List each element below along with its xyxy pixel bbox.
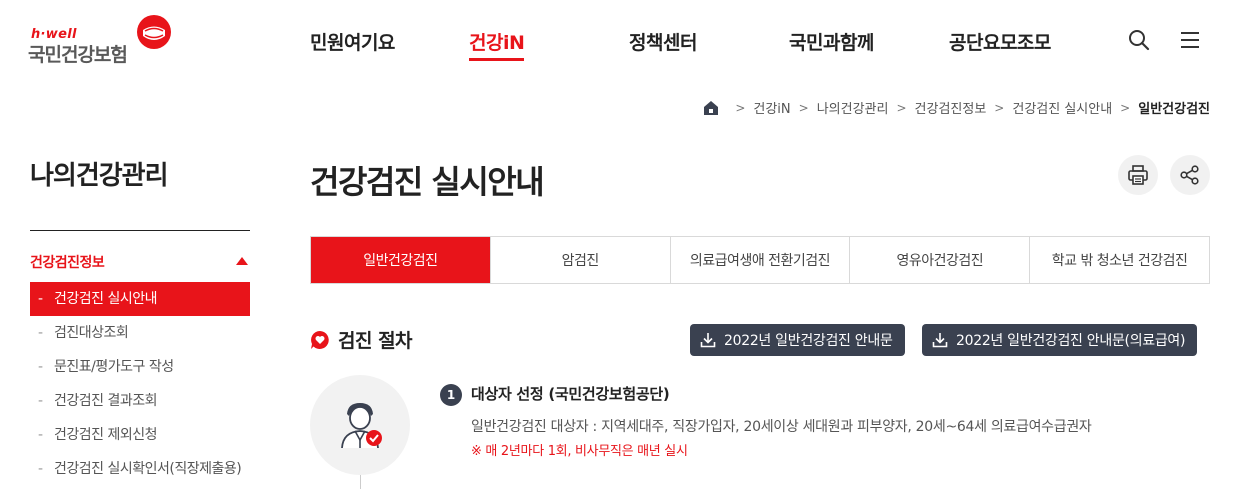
sidebar-item-label: 문진표/평가도구 작성 — [54, 359, 174, 375]
share-button[interactable] — [1170, 155, 1210, 195]
page-title: 건강검진 실시안내 — [310, 163, 545, 201]
breadcrumb-item[interactable]: 건강검진정보 — [915, 98, 987, 117]
logo-mark-icon — [137, 15, 171, 49]
bullet-dash: - — [38, 427, 43, 443]
tab-cancer-checkup[interactable]: 암검진 — [489, 237, 670, 283]
sidebar-item-exclusion[interactable]: - 건강검진 제외신청 — [30, 418, 250, 452]
download-guide-label: 2022년 일반건강검진 안내문 — [724, 333, 893, 349]
bullet-dash: - — [38, 325, 43, 341]
nav-item-label: 건강iN — [469, 32, 525, 54]
bullet-dash: - — [38, 393, 43, 409]
sidebar-title: 나의건강관리 — [30, 161, 169, 191]
breadcrumb-separator: > — [994, 100, 1005, 115]
bullet-dash: - — [38, 461, 43, 477]
step-note: ※ 매 2년마다 1회, 비사무직은 매년 실시 — [471, 444, 688, 459]
nav-item-label: 정책센터 — [629, 32, 697, 54]
breadcrumb-separator: > — [896, 100, 907, 115]
triangle-up-icon — [236, 257, 248, 265]
breadcrumb: > 건강iN > 나의건강관리 > 건강검진정보 > 건강검진 실시안내 > 일… — [703, 98, 1210, 117]
person-check-icon — [341, 403, 382, 449]
print-button[interactable] — [1118, 155, 1158, 195]
sidebar-item-label: 건강검진 실시확인서(직장제출용) — [54, 461, 242, 477]
bullet-dash: - — [38, 359, 43, 375]
sidebar-section-label: 건강검진정보 — [30, 255, 105, 271]
nav-active-underline — [469, 58, 525, 61]
sidebar-item-results[interactable]: - 건강검진 결과조회 — [30, 384, 250, 418]
sidebar-divider — [30, 230, 250, 231]
breadcrumb-separator: > — [798, 100, 809, 115]
download-guide-medical-aid-label: 2022년 일반건강검진 안내문(의료급여) — [956, 333, 1186, 349]
sidebar-item-label: 검진대상조회 — [54, 325, 129, 341]
sidebar-menu: - 건강검진 실시안내 - 검진대상조회 - 문진표/평가도구 작성 - 건강검진 결과… — [30, 282, 250, 486]
hamburger-menu-icon[interactable] — [1178, 28, 1202, 52]
step-title: 대상자 선정 (국민건강보험공단) — [471, 385, 670, 403]
site-logo[interactable]: h·well 국민건강보험 — [28, 14, 178, 66]
tab-general-checkup[interactable]: 일반건강검진 — [311, 237, 490, 283]
print-icon — [1128, 165, 1148, 185]
logo-name: 국민건강보험 — [28, 44, 128, 66]
step-connector — [360, 475, 361, 489]
nav-item-policy[interactable]: 정책센터 — [629, 28, 697, 55]
breadcrumb-item[interactable]: 나의건강관리 — [817, 98, 889, 117]
home-icon[interactable] — [703, 100, 719, 116]
download-icon — [700, 333, 716, 348]
nav-item-label: 민원여기요 — [310, 32, 395, 54]
bullet-dash: - — [38, 291, 43, 307]
step-number-badge: 1 — [440, 384, 462, 406]
sidebar-item-questionnaire[interactable]: - 문진표/평가도구 작성 — [30, 350, 250, 384]
download-guide-medical-aid-button[interactable]: 2022년 일반건강검진 안내문(의료급여) — [922, 324, 1198, 356]
share-icon — [1180, 165, 1199, 185]
step-avatar — [310, 375, 410, 475]
download-guide-button[interactable]: 2022년 일반건강검진 안내문 — [690, 324, 905, 356]
nav-item-health-in[interactable]: 건강iN — [469, 28, 525, 61]
nav-item-label: 공단요모조모 — [949, 32, 1051, 54]
sidebar-item-label: 건강검진 결과조회 — [54, 393, 158, 409]
download-icon — [932, 333, 948, 348]
heart-chat-icon — [311, 330, 329, 349]
step-description: 일반건강검진 대상자 : 지역세대주, 직장가입자, 20세이상 세대원과 피부… — [471, 419, 1092, 435]
tab-infant-checkup[interactable]: 영유아건강검진 — [849, 237, 1029, 283]
sidebar-item-label: 건강검진 제외신청 — [54, 427, 158, 443]
section-title: 검진 절차 — [338, 330, 413, 352]
sidebar-item-eligibility[interactable]: - 검진대상조회 — [30, 316, 250, 350]
breadcrumb-item[interactable]: 건강iN — [753, 98, 790, 117]
breadcrumb-current: 일반건강검진 — [1138, 102, 1210, 117]
section-heading: 검진 절차 — [310, 326, 413, 353]
breadcrumb-separator: > — [1120, 100, 1131, 115]
tab-medical-aid-transition[interactable]: 의료급여생애 전환기검진 — [669, 237, 850, 283]
tab-out-of-school-youth[interactable]: 학교 밖 청소년 건강검진 — [1029, 237, 1209, 283]
sidebar-item-checkup-guide[interactable]: - 건강검진 실시안내 — [30, 282, 250, 316]
sidebar-section-toggle[interactable]: 건강검진정보 — [30, 252, 250, 274]
breadcrumb-separator: > — [735, 100, 746, 115]
search-icon[interactable] — [1127, 28, 1151, 52]
sidebar-item-certificate[interactable]: - 건강검진 실시확인서(직장제출용) — [30, 452, 250, 486]
nav-item-about[interactable]: 공단요모조모 — [949, 28, 1051, 55]
nav-item-civil[interactable]: 민원여기요 — [310, 28, 395, 55]
nav-item-label: 국민과함께 — [789, 32, 874, 54]
nav-item-together[interactable]: 국민과함께 — [789, 28, 874, 55]
breadcrumb-item[interactable]: 건강검진 실시안내 — [1012, 98, 1112, 117]
sidebar-item-label: 건강검진 실시안내 — [54, 291, 158, 307]
checkup-type-tabs: 일반건강검진 암검진 의료급여생애 전환기검진 영유아건강검진 학교 밖 청소년… — [310, 236, 1210, 284]
